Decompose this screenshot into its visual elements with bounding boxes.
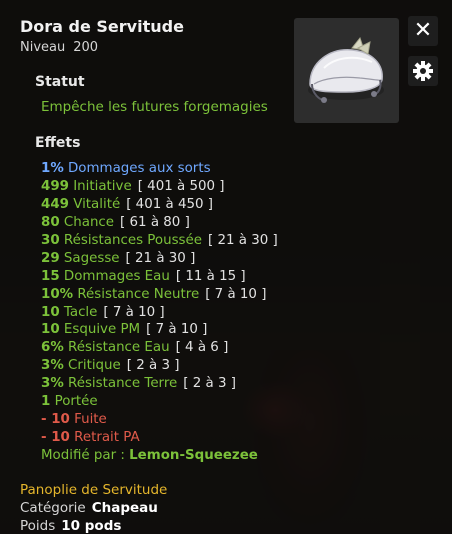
effect-range: [ 401 à 450 ] [126,196,214,212]
effect-value: 10 [41,304,60,320]
item-weight: Poids 10 pods [20,518,121,534]
gear-icon [413,61,433,81]
effect-value: - 10 [41,412,70,428]
effect-value: 29 [41,250,60,266]
effect-label: Vitalité [73,196,121,212]
effect-value: 15 [41,268,60,284]
effect-line: - 10 Retrait PA [41,429,278,447]
effect-label: Résistance Terre [68,376,178,392]
close-button[interactable]: ✕ [408,16,438,46]
effect-line: 3% Résistance Terre [ 2 à 3 ] [41,375,278,393]
effect-range: [ 2 à 3 ] [126,358,180,374]
item-category: Catégorie Chapeau [20,500,158,516]
effect-line: 15 Dommages Eau [ 11 à 15 ] [41,268,278,286]
effect-label: Initiative [73,178,132,194]
effect-range: [ 401 à 500 ] [137,178,225,194]
effect-label: Sagesse [63,250,120,266]
effect-range: [ 7 à 10 ] [103,304,165,320]
item-set-link[interactable]: Panoplie de Servitude [20,482,167,498]
effect-line: 6% Résistance Eau [ 4 à 6 ] [41,339,278,357]
effect-range: [ 21 à 30 ] [125,250,196,266]
effect-line: 449 Vitalité [ 401 à 450 ] [41,196,278,214]
effect-line: - 10 Fuite [41,411,278,429]
effect-label: Fuite [74,412,107,428]
effect-range: [ 7 à 10 ] [205,286,267,302]
effect-label: Chance [63,214,115,230]
effects-heading: Effets [35,135,81,151]
effect-line: 1% Dommages aux sorts [41,160,278,178]
effect-line: 80 Chance [ 61 à 80 ] [41,214,278,232]
effect-label: Tacle [63,304,98,320]
effect-value: 80 [41,214,60,230]
category-value: Chapeau [91,500,158,516]
item-level: Niveau 200 [20,40,106,55]
effect-value: 3% [41,376,64,392]
settings-button[interactable] [408,56,438,86]
effect-value: 10% [41,286,74,302]
item-image [294,18,399,123]
effect-range: [ 7 à 10 ] [146,322,208,338]
effect-label: Dommages aux sorts [68,161,211,176]
effect-value: 1 [41,394,51,410]
effect-line: 29 Sagesse [ 21 à 30 ] [41,250,278,268]
hat-icon [308,36,384,103]
effect-value: 3% [41,358,64,374]
level-value: 200 [73,40,99,55]
weight-value: 10 pods [61,518,122,534]
modified-by-label: Modifié par : [41,448,125,463]
effect-value: 449 [41,196,69,212]
effect-value: 30 [41,232,60,248]
effect-range: [ 4 à 6 ] [175,340,229,356]
effect-label: Retrait PA [74,430,140,446]
effect-value: 1% [41,161,64,176]
effect-label: Résistance Neutre [77,286,200,302]
effect-line: 10 Tacle [ 7 à 10 ] [41,304,278,322]
effect-label: Esquive PM [63,322,141,338]
weight-label: Poids [20,518,56,534]
effect-line: 10 Esquive PM [ 7 à 10 ] [41,321,278,339]
item-tooltip-panel: Dora de Servitude Niveau 200 ✕ Statut Em… [0,0,452,534]
effect-value: 6% [41,340,64,356]
effect-label: Résistance Eau [68,340,170,356]
statut-heading: Statut [35,74,85,90]
modified-by-name: Lemon-Squeezee [129,448,258,463]
item-name: Dora de Servitude [20,17,184,36]
effect-range: [ 21 à 30 ] [208,232,278,248]
level-label: Niveau [20,40,66,55]
effect-label: Dommages Eau [63,268,170,284]
effect-range: [ 2 à 3 ] [183,376,237,392]
category-label: Catégorie [20,500,86,516]
effect-range: [ 61 à 80 ] [120,214,190,230]
effect-line: 499 Initiative [ 401 à 500 ] [41,178,278,196]
statut-text: Empêche les futures forgemagies [41,99,268,115]
modified-by: Modifié par : Lemon-Squeezee [41,447,278,465]
close-icon: ✕ [413,18,433,43]
effect-label: Portée [54,394,98,410]
effect-line: 3% Critique [ 2 à 3 ] [41,357,278,375]
effect-value: - 10 [41,430,70,446]
effect-line: 10% Résistance Neutre [ 7 à 10 ] [41,286,278,304]
effect-value: 499 [41,178,69,194]
effect-range: [ 11 à 15 ] [175,268,246,284]
effect-label: Résistances Poussée [63,232,203,248]
effect-value: 10 [41,322,60,338]
effects-list: 1% Dommages aux sorts 499 Initiative[ 401… [41,160,278,465]
effect-label: Critique [68,358,121,374]
effect-line: 1 Portée [41,393,278,411]
effect-line: 30 Résistances Poussée [ 21 à 30 ] [41,232,278,250]
